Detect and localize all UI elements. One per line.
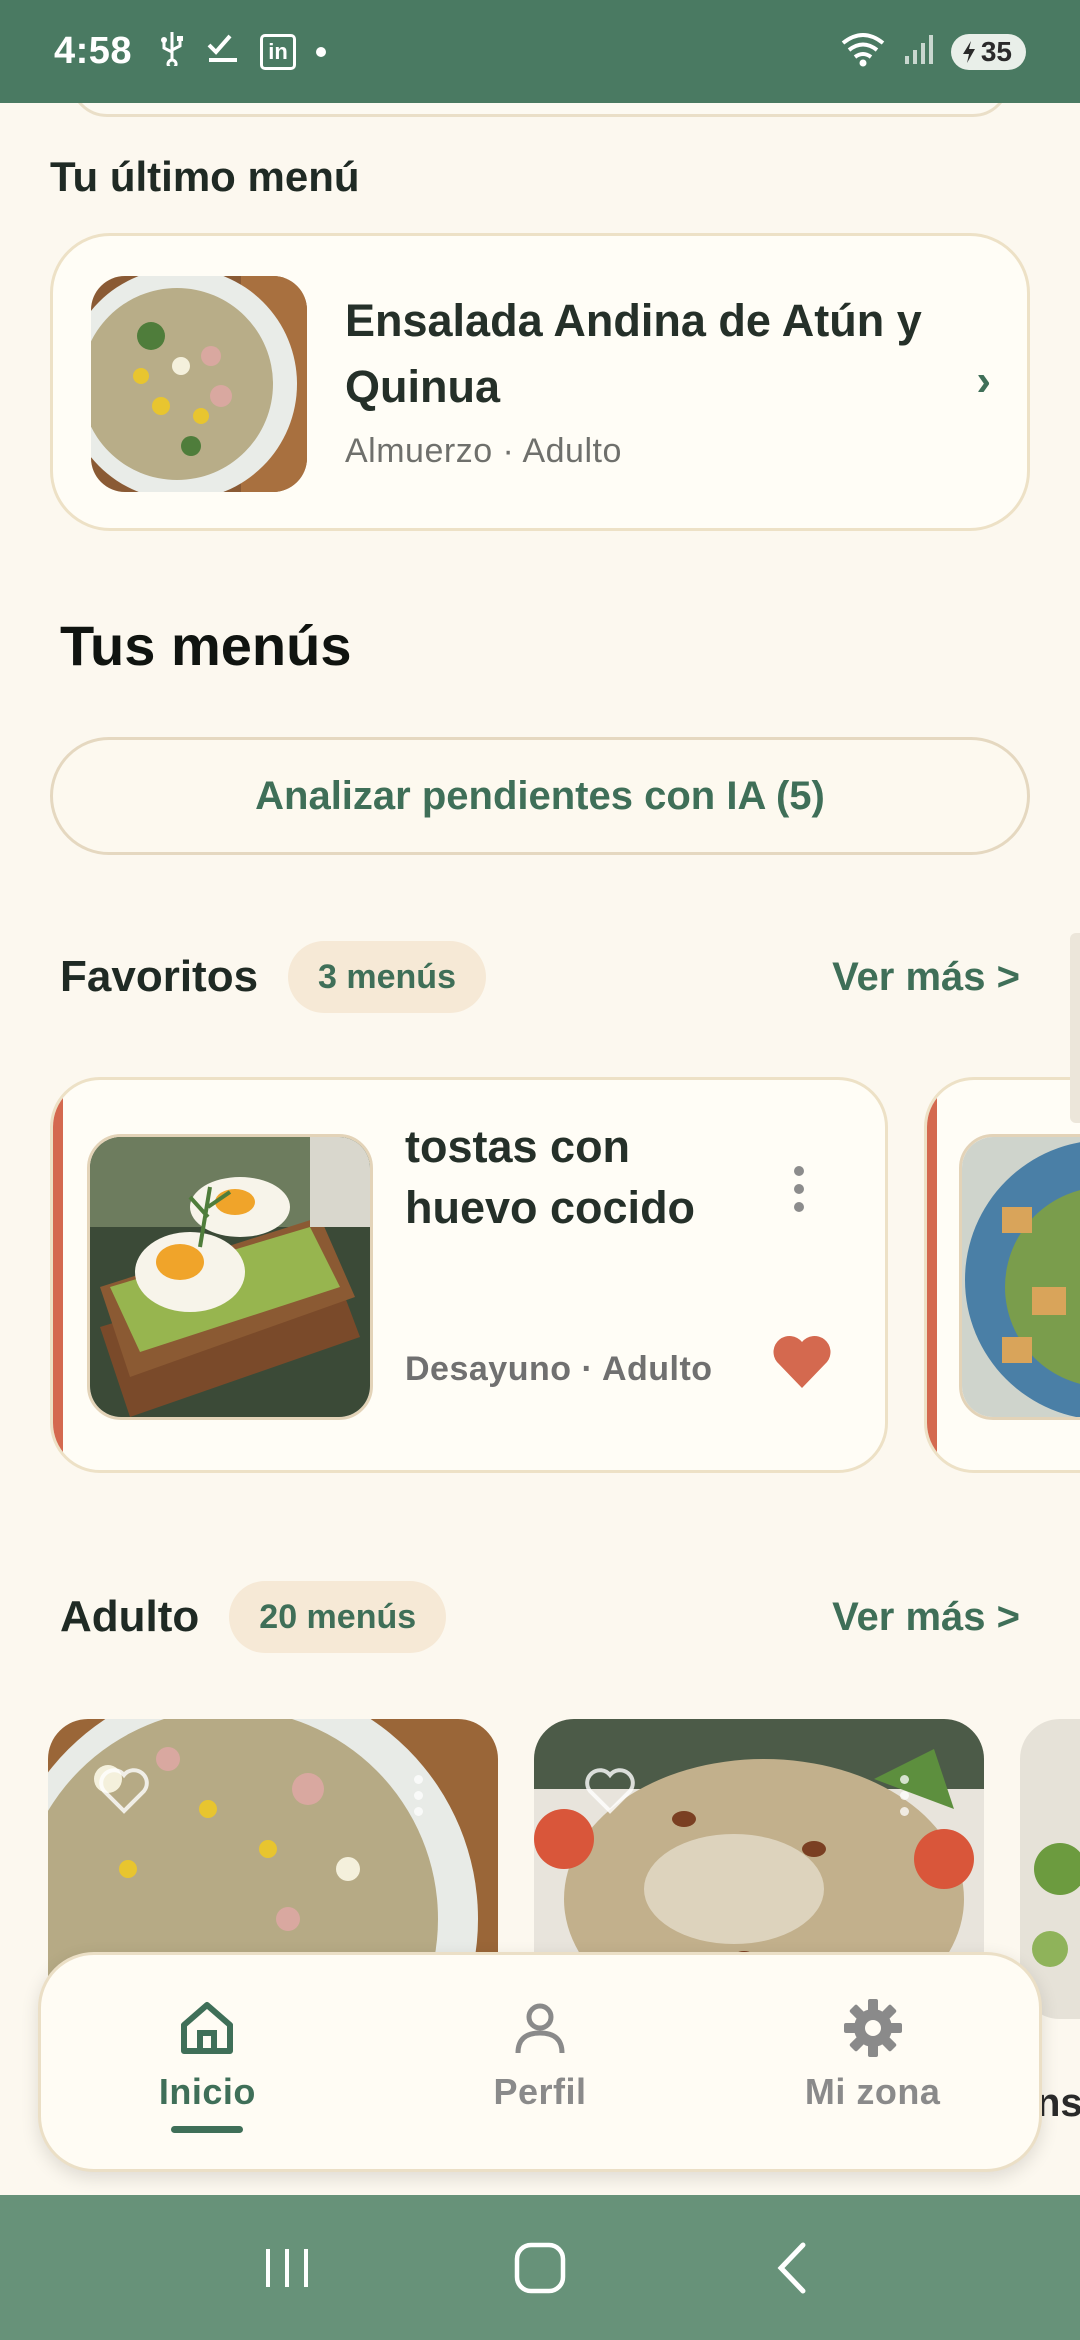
favorite-menu-card[interactable]: tostas con huevo cocido Desayuno · Adult… bbox=[50, 1077, 888, 1473]
back-arrow-icon bbox=[777, 2242, 806, 2293]
favorite-menu-title: tostas con huevo cocido bbox=[405, 1121, 696, 1233]
last-menu-image bbox=[91, 276, 307, 492]
home-scroll-content[interactable]: Tu último menú Ensalada Andina de Atún y… bbox=[0, 103, 1080, 2193]
linkedin-icon: in bbox=[260, 33, 297, 70]
heart-filled-icon[interactable] bbox=[771, 1332, 833, 1390]
more-options-icon[interactable] bbox=[900, 1775, 910, 1816]
favorites-title: Favoritos bbox=[60, 952, 259, 1001]
charging-bolt-icon bbox=[962, 40, 975, 63]
gear-icon bbox=[843, 1999, 902, 2057]
heart-outline-icon[interactable] bbox=[98, 1767, 150, 1815]
adult-title: Adulto bbox=[60, 1592, 200, 1641]
notification-dot-icon bbox=[316, 46, 327, 57]
nav-label-mi-zona: Mi zona bbox=[804, 2071, 941, 2112]
checklist-icon bbox=[206, 31, 240, 73]
recent-apps-button[interactable] bbox=[247, 2228, 327, 2308]
adult-section-header: Adulto 20 menús Ver más > bbox=[60, 1581, 1020, 1653]
back-button[interactable] bbox=[753, 2228, 833, 2308]
last-menu-title: Ensalada Andina de Atún y Quinua bbox=[345, 295, 922, 412]
favorite-menu-image bbox=[959, 1134, 1080, 1420]
nav-item-inicio[interactable]: Inicio bbox=[41, 1955, 374, 2169]
recent-apps-icon bbox=[265, 2248, 308, 2287]
heart-outline-icon[interactable] bbox=[584, 1767, 636, 1815]
battery-level: 35 bbox=[980, 35, 1012, 67]
favorites-section-header: Favoritos 3 menús Ver más > bbox=[60, 941, 1020, 1013]
wifi-icon bbox=[839, 31, 887, 72]
favorites-count-badge: 3 menús bbox=[288, 941, 486, 1013]
last-menu-card[interactable]: Ensalada Andina de Atún y Quinua Almuerz… bbox=[50, 233, 1030, 531]
home-icon bbox=[181, 2002, 234, 2054]
signal-icon bbox=[903, 32, 935, 71]
battery-indicator: 35 bbox=[950, 33, 1026, 70]
home-circle-icon bbox=[514, 2242, 566, 2293]
nav-item-mi-zona[interactable]: Mi zona bbox=[706, 1955, 1039, 2169]
usb-icon bbox=[158, 30, 186, 74]
adult-see-more-link[interactable]: Ver más > bbox=[832, 1595, 1020, 1640]
card-accent-bar bbox=[53, 1080, 63, 1470]
analyze-pending-ai-button[interactable]: Analizar pendientes con IA (5) bbox=[50, 737, 1030, 855]
person-icon bbox=[515, 2003, 565, 2054]
favorites-see-more-link[interactable]: Ver más > bbox=[832, 955, 1020, 1000]
your-menus-heading: Tus menús bbox=[60, 614, 352, 677]
last-menu-meta: Almuerzo · Adulto bbox=[345, 432, 622, 470]
system-navigation-bar bbox=[0, 2195, 1080, 2340]
active-tab-indicator bbox=[171, 2126, 244, 2133]
notification-icons: in bbox=[158, 30, 327, 74]
more-options-icon[interactable] bbox=[414, 1775, 424, 1816]
favorite-menu-image bbox=[87, 1134, 373, 1420]
previous-card-edge bbox=[70, 103, 1010, 117]
favorite-menu-card-partial[interactable] bbox=[924, 1077, 1080, 1473]
home-button[interactable] bbox=[500, 2228, 580, 2308]
nav-item-perfil[interactable]: Perfil bbox=[374, 1955, 707, 2169]
last-menu-heading: Tu último menú bbox=[50, 153, 360, 200]
status-bar: 4:58 in 35 bbox=[0, 0, 1080, 103]
bottom-navigation: Inicio Perfil Mi zona bbox=[38, 1952, 1042, 2172]
more-options-icon[interactable] bbox=[789, 1166, 809, 1212]
adult-count-badge: 20 menús bbox=[229, 1581, 447, 1653]
favorite-menu-meta: Desayuno · Adulto bbox=[405, 1350, 713, 1388]
edge-panel-handle[interactable] bbox=[1070, 933, 1080, 1123]
nav-label-inicio: Inicio bbox=[158, 2071, 256, 2112]
partial-tile-label: ns bbox=[1036, 2081, 1080, 2125]
chevron-right-icon: › bbox=[976, 356, 991, 405]
nav-label-perfil: Perfil bbox=[493, 2071, 587, 2112]
card-accent-bar bbox=[927, 1080, 937, 1470]
status-time: 4:58 bbox=[54, 30, 133, 72]
